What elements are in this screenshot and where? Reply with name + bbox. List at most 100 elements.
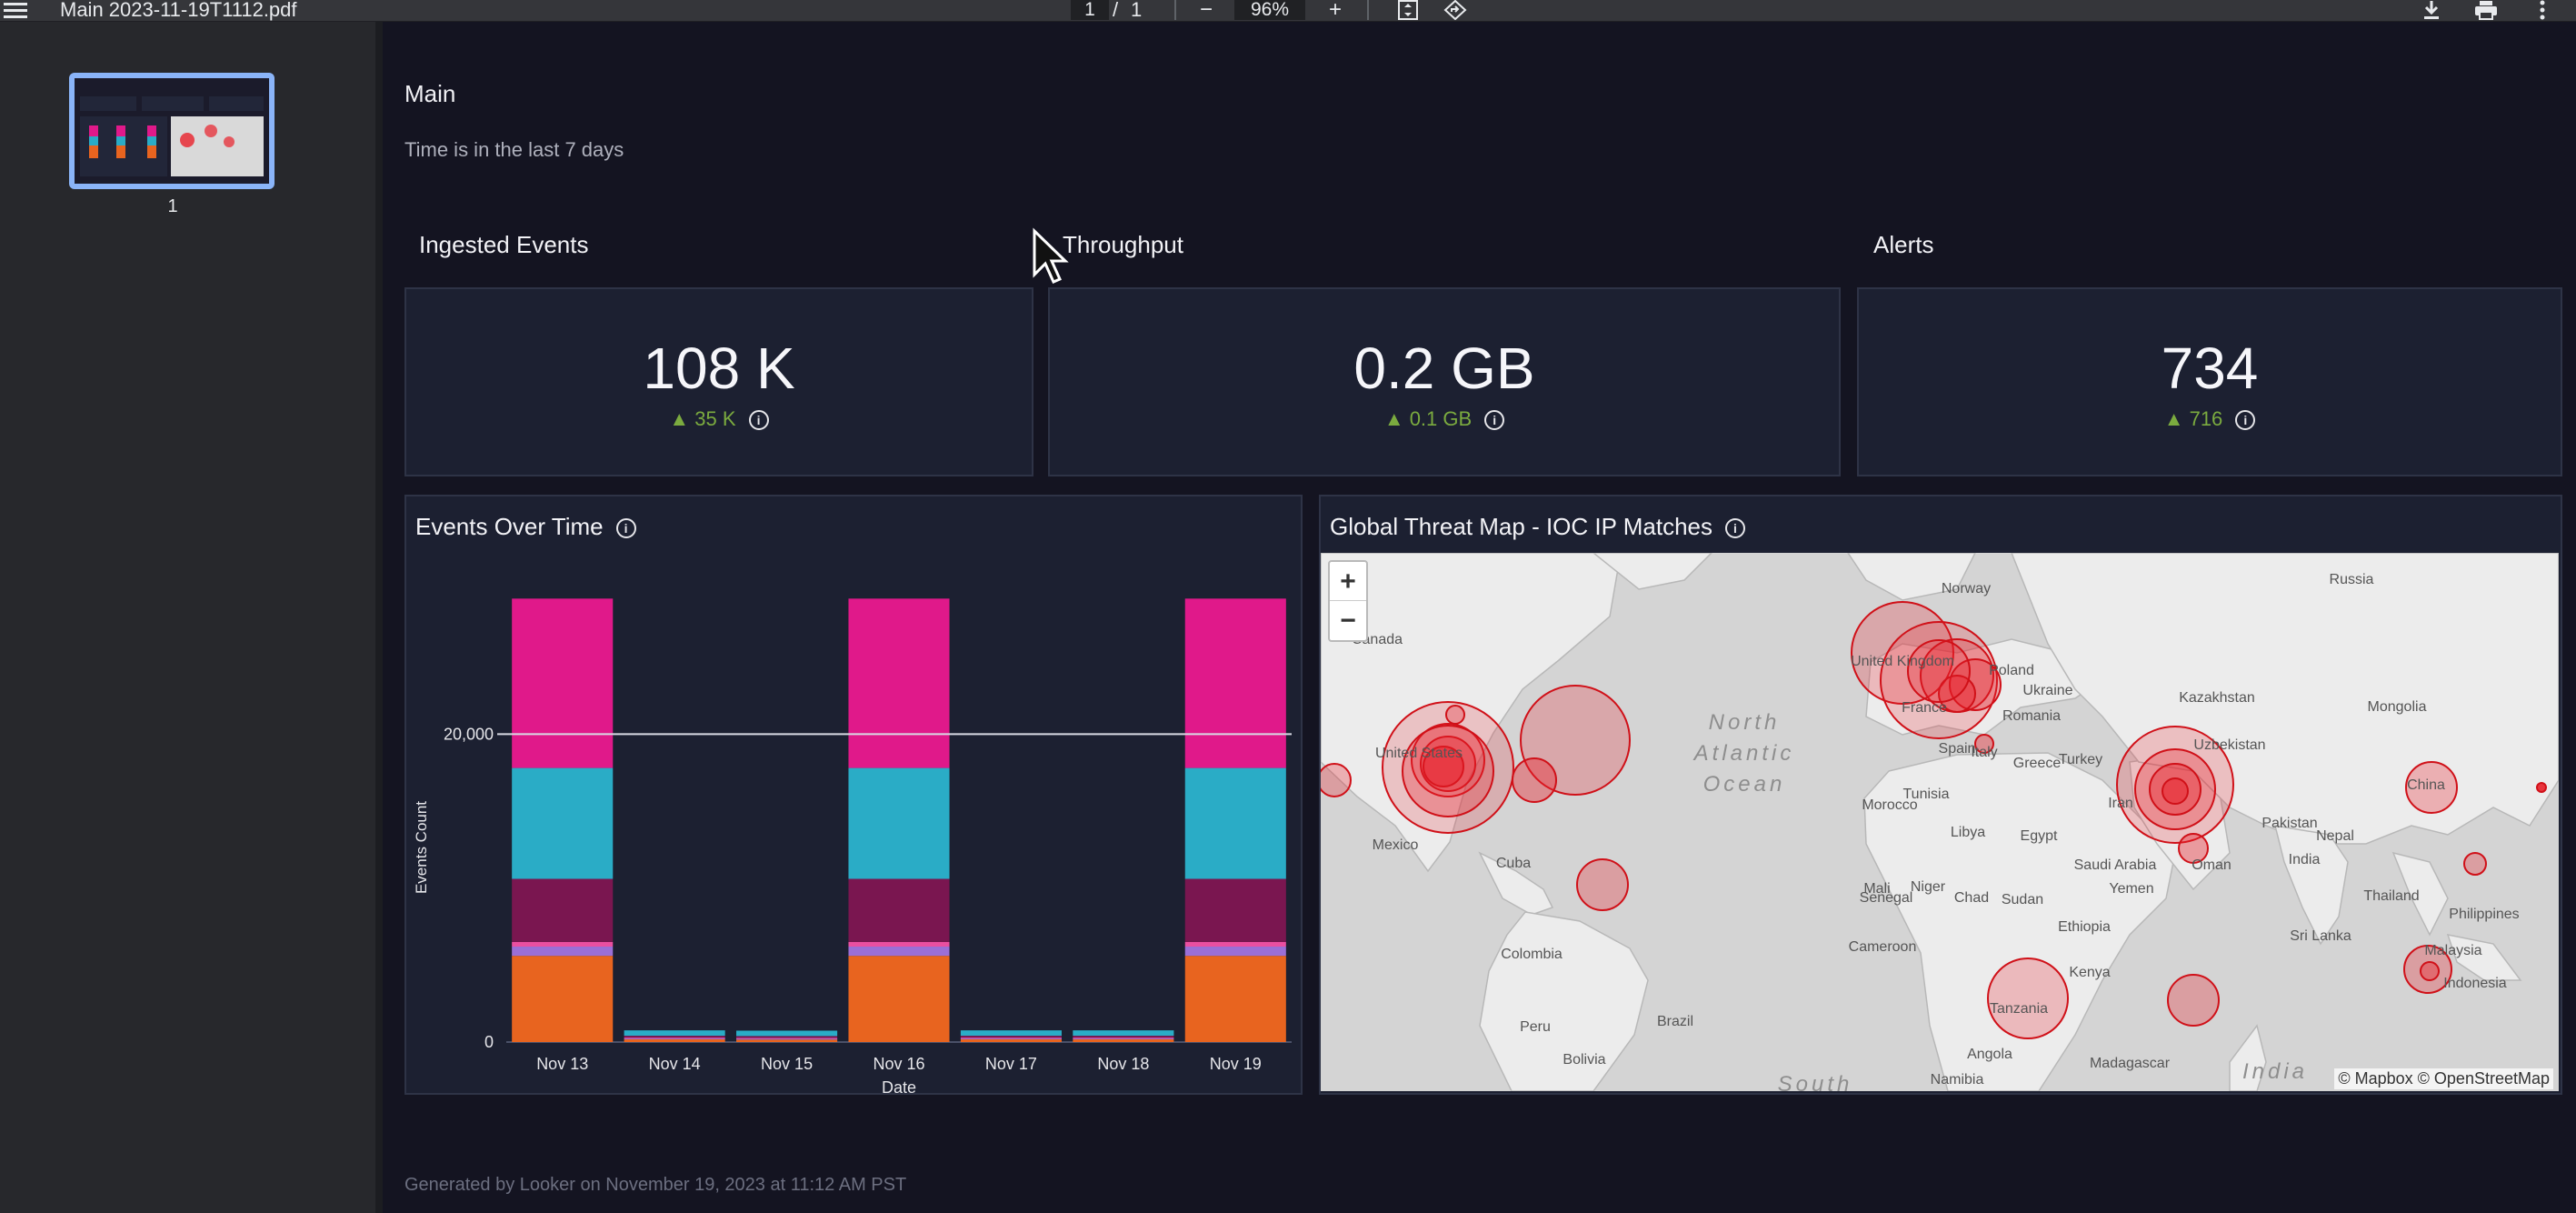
zoom-in-button[interactable]: + xyxy=(1320,0,1351,22)
pdf-page: Main Time is in the last 7 days Ingested… xyxy=(383,22,2576,1213)
map-place-label: Greece xyxy=(2013,756,2062,771)
bar-segment xyxy=(1073,1036,1174,1038)
map-place-label: Poland xyxy=(1989,663,2034,678)
map-place-label: Egypt xyxy=(2021,828,2058,844)
rotate-icon[interactable] xyxy=(1440,0,1471,20)
tile-title-alerts: Alerts xyxy=(1873,231,1934,258)
map-place-label: Niger xyxy=(1911,879,1946,895)
tile-delta: ▲ 0.1 GB i xyxy=(1050,407,1839,431)
map-place-label: United States xyxy=(1375,746,1463,761)
bar-segment xyxy=(960,1036,1062,1038)
document-filename: Main 2023-11-19T1112.pdf xyxy=(60,0,297,21)
map-place-label: Nepal xyxy=(2316,828,2354,844)
x-tick-label: Nov 15 xyxy=(761,1055,813,1073)
page-number-input[interactable]: 1 xyxy=(1071,0,1109,20)
map-place-label: Mexico xyxy=(1373,837,1419,853)
map-place-label: Chad xyxy=(1954,890,1989,906)
map-ocean-label: North xyxy=(1709,710,1781,735)
info-icon[interactable]: i xyxy=(1725,518,1745,539)
tile-throughput: 0.2 GB ▲ 0.1 GB i xyxy=(1048,287,1841,476)
map-zoom-in-button[interactable]: + xyxy=(1330,562,1366,601)
fit-to-page-icon[interactable] xyxy=(1393,0,1423,20)
threat-map-title: Global Threat Map - IOC IP Matches i xyxy=(1330,513,1745,541)
tile-value: 0.2 GB xyxy=(1353,336,1535,401)
map-place-label: United Kingdom xyxy=(1851,654,1954,669)
bar-segment xyxy=(624,1030,725,1037)
tile-title-ingested-events: Ingested Events xyxy=(419,231,589,258)
x-tick-label: Nov 17 xyxy=(985,1055,1037,1073)
page-thumbnail[interactable] xyxy=(69,73,275,189)
bar-segment xyxy=(960,1030,1062,1037)
bar-segment xyxy=(736,1036,838,1038)
map-place-label: India xyxy=(2242,1059,2308,1084)
map-place-label: Spain xyxy=(1939,741,1976,757)
tile-delta-value: ▲ 716 xyxy=(2163,407,2223,430)
y-axis-label: Events Count xyxy=(413,801,430,894)
bar-segment xyxy=(624,1038,725,1042)
map-place-label: Philippines xyxy=(2449,907,2519,922)
tile-delta: ▲ 35 K i xyxy=(406,407,1032,431)
tile-delta-value: ▲ 0.1 GB xyxy=(1383,407,1473,430)
bar-segment xyxy=(512,947,614,957)
map-place-label: Peru xyxy=(1520,1019,1551,1035)
bar-segment xyxy=(1184,956,1286,1042)
map-place-label: Namibia xyxy=(1931,1072,1984,1088)
map-place-label: Indonesia xyxy=(2443,976,2506,991)
bar-segment xyxy=(624,1036,725,1038)
x-tick-label: Nov 16 xyxy=(873,1055,924,1073)
toolbar-divider xyxy=(1174,0,1176,20)
map-place-label: France xyxy=(1902,700,1947,716)
map-place-label: Kazakhstan xyxy=(2179,690,2255,706)
dashboard-title: Main xyxy=(404,80,456,107)
map-attribution[interactable]: © Mapbox © OpenStreetMap xyxy=(2334,1068,2553,1089)
print-icon[interactable] xyxy=(2471,0,2501,20)
mouse-cursor-icon xyxy=(1033,227,1069,284)
bar-segment xyxy=(1184,767,1286,879)
x-tick-label: Nov 14 xyxy=(649,1055,701,1073)
zoom-level-input[interactable]: 96% xyxy=(1234,0,1305,20)
bar-segment xyxy=(512,767,614,879)
events-over-time-title-text: Events Over Time xyxy=(415,513,604,540)
map-place-label: Sri Lanka xyxy=(2290,928,2351,944)
bar-segment xyxy=(960,1038,1062,1042)
toolbar-divider xyxy=(1367,0,1369,20)
page-separator: / xyxy=(1113,0,1119,21)
map-place-label: Cuba xyxy=(1496,856,1531,871)
x-tick-label: Nov 19 xyxy=(1210,1055,1262,1073)
bar-segment xyxy=(736,1030,838,1037)
download-icon[interactable] xyxy=(2416,0,2447,20)
map-place-label: Brazil xyxy=(1657,1014,1693,1029)
map-zoom-out-button[interactable]: − xyxy=(1330,601,1366,640)
map-place-label: Tunisia xyxy=(1903,787,1950,802)
threat-map[interactable]: Canada United States Mexico Cuba Colombia Per… xyxy=(1321,553,2559,1091)
info-icon[interactable]: i xyxy=(615,518,636,539)
bar-segment xyxy=(512,956,614,1042)
tile-value: 108 K xyxy=(643,336,795,401)
tile-delta-value: ▲ 35 K xyxy=(669,407,736,430)
map-ocean-label: Atlantic xyxy=(1692,741,1795,766)
menu-icon[interactable] xyxy=(0,0,31,20)
bar-segment xyxy=(1073,1030,1174,1037)
info-icon[interactable]: i xyxy=(1484,410,1505,431)
bar-segment xyxy=(736,1039,838,1042)
map-place-label: China xyxy=(2407,777,2445,793)
map-place-label: Italy xyxy=(1971,745,1997,760)
world-map[interactable]: CanadaUnited StatesMexicoCubaColombiaPer… xyxy=(1321,553,2559,1091)
sidebar-divider xyxy=(375,22,383,1213)
info-icon[interactable]: i xyxy=(748,410,769,431)
more-options-icon[interactable] xyxy=(2527,0,2558,20)
bar-segment xyxy=(848,598,950,768)
map-place-label: Kenya xyxy=(2069,965,2110,980)
bar-segment xyxy=(1184,941,1286,947)
bar-segment xyxy=(848,767,950,879)
zoom-out-button[interactable]: − xyxy=(1191,0,1222,22)
info-icon[interactable]: i xyxy=(2235,410,2256,431)
map-place-label: Turkey xyxy=(2059,752,2102,767)
map-place-label: Madagascar xyxy=(2090,1056,2171,1071)
map-place-label: Bolivia xyxy=(1563,1052,1605,1068)
bar-segment xyxy=(1073,1038,1174,1042)
map-place-label: Iran xyxy=(2108,796,2133,811)
map-place-label: Romania xyxy=(2002,708,2061,724)
bar-segment xyxy=(1184,947,1286,957)
threat-map-title-text: Global Threat Map - IOC IP Matches xyxy=(1330,513,1712,540)
